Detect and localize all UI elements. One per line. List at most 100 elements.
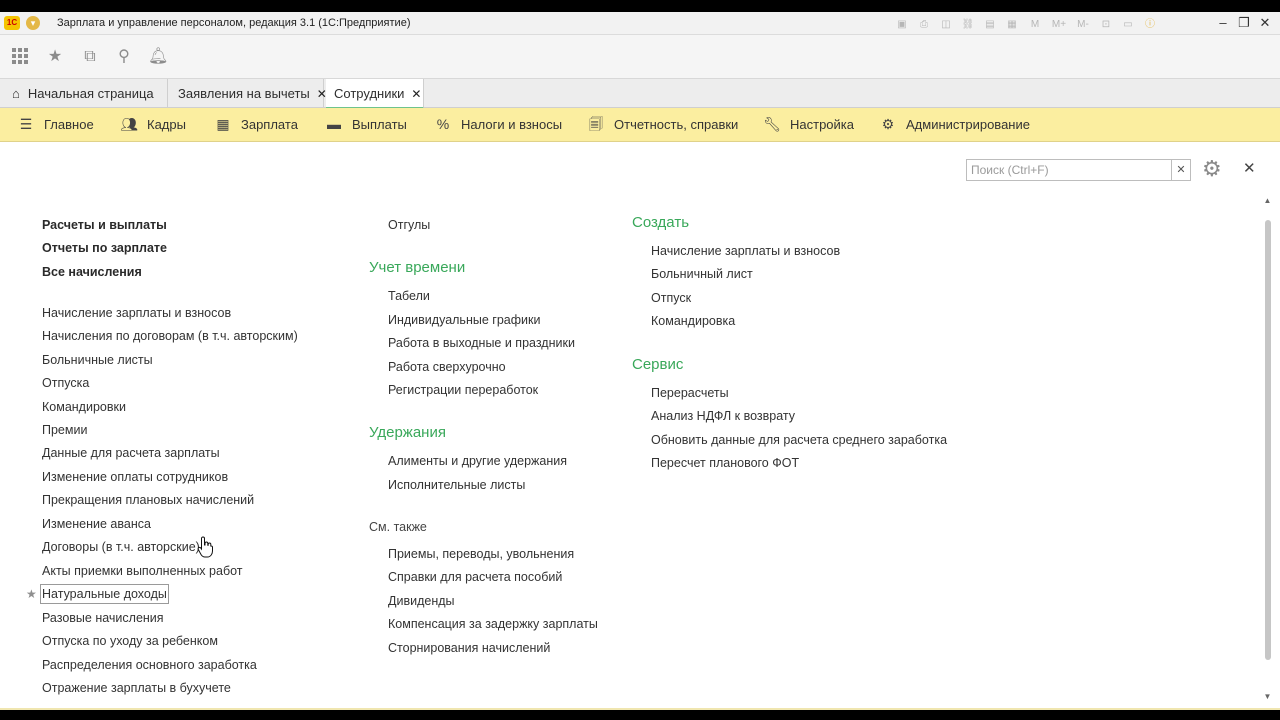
list-item[interactable]: Командировки bbox=[42, 399, 126, 415]
list-item[interactable]: Работа сверхурочно bbox=[388, 359, 506, 375]
sections-bar: ☰ Главное 👥︎ Кадры ▦ Зарплата ▬ Выплаты % Нал… bbox=[0, 108, 1280, 142]
list-item[interactable]: Отгулы bbox=[388, 217, 430, 233]
list-item[interactable]: Командировка bbox=[651, 313, 735, 329]
section-settings[interactable]: 🔧︎ Настройка bbox=[763, 108, 854, 142]
favorite-star-icon[interactable]: ★ bbox=[26, 586, 37, 602]
list-item[interactable]: Табели bbox=[388, 288, 430, 304]
save-icon[interactable]: ▣ bbox=[893, 17, 911, 32]
search-icon[interactable]: ⚲ bbox=[114, 47, 134, 67]
list-item[interactable]: Премии bbox=[42, 422, 87, 438]
preview-icon[interactable]: ◫ bbox=[937, 17, 955, 32]
list-item[interactable]: Разовые начисления bbox=[42, 610, 164, 626]
zoom-icon[interactable]: ⊡ bbox=[1097, 17, 1115, 32]
group-title-create: Создать bbox=[632, 214, 690, 231]
attach-icon[interactable]: ▤ bbox=[981, 17, 999, 32]
minimize-icon[interactable]: ‒ bbox=[1214, 14, 1232, 32]
section-hr[interactable]: 👥︎ Кадры bbox=[120, 108, 186, 142]
close-tab-icon[interactable]: ✕ bbox=[411, 87, 421, 101]
vertical-scrollbar[interactable]: ▲ ▼ bbox=[1262, 196, 1273, 706]
section-salary[interactable]: ▦ Зарплата bbox=[214, 108, 298, 142]
bell-icon[interactable]: 🔔︎ bbox=[148, 47, 168, 67]
history-icon[interactable]: ⧉ bbox=[80, 47, 100, 67]
list-item[interactable]: Компенсация за задержку зарплаты bbox=[388, 616, 598, 632]
title-bar: 1С ▾ Зарплата и управление персоналом, р… bbox=[0, 12, 1280, 35]
list-item[interactable]: Приемы, переводы, увольнения bbox=[388, 546, 574, 562]
list-item[interactable]: Сторнирования начислений bbox=[388, 640, 550, 656]
memory-minus-button[interactable]: M- bbox=[1073, 17, 1093, 32]
restore-icon[interactable]: ❐ bbox=[1235, 14, 1253, 32]
list-item[interactable]: Дивиденды bbox=[388, 593, 455, 609]
section-payments[interactable]: ▬ Выплаты bbox=[325, 108, 407, 142]
list-item[interactable]: Начисление зарплаты и взносов bbox=[42, 305, 231, 321]
tab-label: Сотрудники bbox=[334, 86, 405, 101]
app-logo: 1С bbox=[4, 16, 20, 30]
list-item[interactable]: Прекращения плановых начислений bbox=[42, 492, 254, 508]
list-item[interactable]: Регистрации переработок bbox=[388, 382, 538, 398]
list-item[interactable]: Начисление зарплаты и взносов bbox=[651, 243, 840, 259]
list-item[interactable]: Индивидуальные графики bbox=[388, 312, 540, 328]
tab-employees[interactable]: Сотрудники ✕ bbox=[326, 79, 424, 109]
wrench-icon: 🔧︎ bbox=[763, 116, 781, 132]
reports-icon: 🗐︎ bbox=[589, 116, 603, 132]
list-item[interactable]: Отпуска по уходу за ребенком bbox=[42, 633, 218, 649]
list-item[interactable]: Отпуска bbox=[42, 375, 89, 391]
close-panel-icon[interactable]: ✕ bbox=[1243, 159, 1256, 179]
home-icon: ⌂ bbox=[12, 86, 20, 101]
print-icon[interactable]: ⎙ bbox=[915, 17, 933, 32]
section-admin[interactable]: ⚙ Администрирование bbox=[879, 108, 1030, 142]
list-item[interactable]: Акты приемки выполненных работ bbox=[42, 563, 243, 579]
list-item[interactable]: Договоры (в т.ч. авторские) bbox=[42, 539, 200, 555]
section-panel: ✕ ⚙ ✕ Расчеты и выплаты Отчеты по зарпла… bbox=[0, 142, 1280, 710]
link-salary-reports[interactable]: Отчеты по зарплате bbox=[42, 240, 167, 256]
tab-home[interactable]: ⌂ Начальная страница bbox=[4, 79, 168, 108]
scroll-up-icon[interactable]: ▲ bbox=[1262, 196, 1273, 206]
people-icon: 👥︎ bbox=[120, 116, 138, 132]
link-calculations-payments[interactable]: Расчеты и выплаты bbox=[42, 217, 167, 233]
window-icon[interactable]: ▭ bbox=[1119, 17, 1137, 32]
link-all-accruals[interactable]: Все начисления bbox=[42, 264, 142, 280]
list-item[interactable]: Распределения основного заработка bbox=[42, 657, 257, 673]
list-item[interactable]: Данные для расчета зарплаты bbox=[42, 445, 220, 461]
tab-deduction-requests[interactable]: Заявления на вычеты ✕ bbox=[170, 79, 327, 108]
info-icon[interactable]: ⓘ bbox=[1141, 17, 1159, 32]
list-item[interactable]: Обновить данные для расчета среднего зар… bbox=[651, 432, 947, 448]
scroll-thumb[interactable] bbox=[1265, 220, 1271, 660]
see-also-title: См. также bbox=[369, 520, 427, 534]
list-item[interactable]: Изменение оплаты сотрудников bbox=[42, 469, 228, 485]
list-item[interactable]: Изменение аванса bbox=[42, 516, 151, 532]
memory-button[interactable]: M bbox=[1025, 17, 1045, 32]
apps-grid-icon[interactable] bbox=[10, 47, 30, 67]
search-input[interactable] bbox=[966, 159, 1172, 181]
tab-label: Заявления на вычеты bbox=[178, 86, 310, 101]
app-window: 1С ▾ Зарплата и управление персоналом, р… bbox=[0, 12, 1280, 710]
section-main[interactable]: ☰ Главное bbox=[17, 108, 94, 142]
section-taxes[interactable]: % Налоги и взносы bbox=[434, 108, 562, 142]
hand-cursor-icon bbox=[197, 536, 213, 558]
gear-icon: ⚙ bbox=[881, 116, 895, 132]
list-item[interactable]: Отпуск bbox=[651, 290, 691, 306]
link-icon[interactable]: ⛓ bbox=[959, 17, 977, 32]
clear-search-icon[interactable]: ✕ bbox=[1172, 159, 1191, 181]
memory-plus-button[interactable]: M+ bbox=[1049, 17, 1069, 32]
list-item[interactable]: Исполнительные листы bbox=[388, 477, 525, 493]
panel-settings-icon[interactable]: ⚙ bbox=[1202, 157, 1222, 181]
calendar-icon[interactable]: ▦ bbox=[1003, 17, 1021, 32]
title-tools: ▣ ⎙ ◫ ⛓ ▤ ▦ M M+ M- ⊡ ▭ ⓘ bbox=[893, 16, 1159, 32]
favorites-star-icon[interactable]: ★ bbox=[45, 47, 65, 67]
close-window-icon[interactable]: ✕ bbox=[1256, 14, 1274, 32]
list-item[interactable]: Больничные листы bbox=[42, 352, 153, 368]
list-item[interactable]: Натуральные доходы bbox=[40, 584, 169, 604]
list-item[interactable]: Начисления по договорам (в т.ч. авторски… bbox=[42, 328, 298, 344]
list-item[interactable]: Пересчет планового ФОТ bbox=[651, 455, 799, 471]
section-reports[interactable]: 🗐︎ Отчетность, справки bbox=[587, 108, 738, 142]
list-item[interactable]: Справки для расчета пособий bbox=[388, 569, 562, 585]
scroll-down-icon[interactable]: ▼ bbox=[1262, 692, 1273, 702]
list-item[interactable]: Алименты и другие удержания bbox=[388, 453, 567, 469]
list-item[interactable]: Больничный лист bbox=[651, 266, 753, 282]
card-icon: ▬ bbox=[327, 116, 341, 132]
list-item[interactable]: Работа в выходные и праздники bbox=[388, 335, 575, 351]
main-menu-icon[interactable]: ▾ bbox=[26, 16, 40, 30]
list-item[interactable]: Перерасчеты bbox=[651, 385, 729, 401]
list-item[interactable]: Анализ НДФЛ к возврату bbox=[651, 408, 795, 424]
list-item[interactable]: Отражение зарплаты в бухучете bbox=[42, 680, 231, 696]
